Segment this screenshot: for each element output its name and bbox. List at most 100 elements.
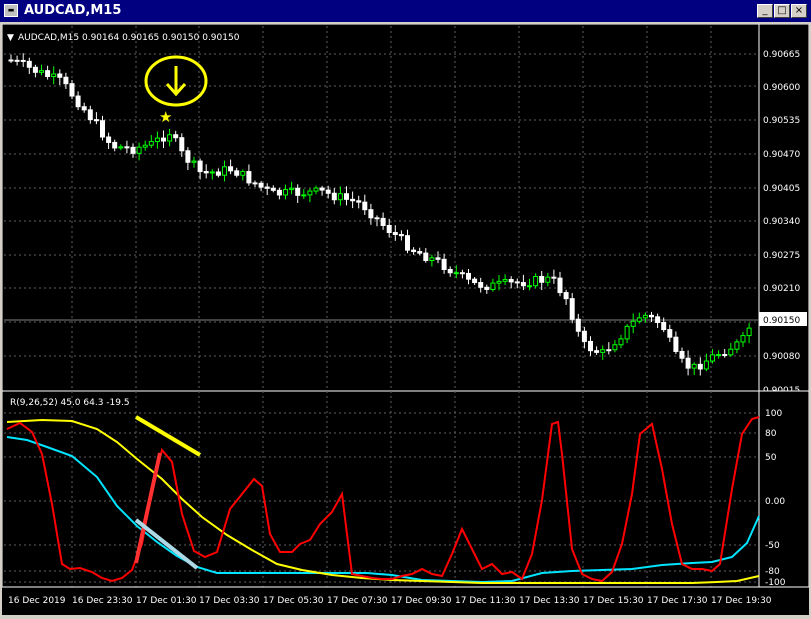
price-label: 0.90665	[763, 50, 800, 60]
minimize-button[interactable]: _	[757, 4, 773, 18]
candle-body	[496, 280, 502, 284]
candle-body	[20, 59, 26, 62]
time-label: 17 Dec 07:30	[327, 596, 388, 606]
candle-body	[307, 190, 313, 196]
candle-body	[264, 186, 270, 189]
time-label: 17 Dec 11:30	[455, 596, 516, 606]
star-icon: ★	[159, 108, 172, 126]
candle-body	[734, 341, 740, 350]
candle-body	[252, 182, 258, 185]
candle-body	[118, 146, 124, 149]
window-title: AUDCAD,M15	[24, 3, 122, 18]
price-label: 0.90080	[763, 352, 800, 362]
candle-body	[362, 201, 368, 211]
candle-body	[283, 189, 288, 196]
candle-body	[606, 349, 612, 352]
candle-body	[295, 187, 301, 196]
candle-body	[380, 217, 386, 226]
candle-body	[75, 95, 81, 108]
candle-body	[374, 217, 380, 220]
time-label: 17 Dec 19:30	[711, 596, 772, 606]
candle-body	[563, 292, 569, 300]
candle-body	[411, 249, 417, 253]
level-label: -80	[765, 567, 780, 577]
candle-body	[594, 350, 600, 353]
candle-body	[331, 192, 337, 201]
price-label: 0.90470	[763, 150, 800, 160]
candle-body	[612, 344, 618, 351]
candle-body	[405, 235, 410, 251]
candle-body	[722, 354, 728, 357]
close-button[interactable]: ×	[791, 4, 807, 18]
candle-body	[527, 285, 532, 288]
chart-window-icon: ▬	[4, 4, 18, 17]
time-label: 17 Dec 01:30	[136, 596, 197, 606]
candle-body	[484, 286, 490, 290]
time-label: 16 Dec 23:30	[72, 596, 133, 606]
indicator-pane[interactable]: R(9,26,52) 45.0 64.3 -19.5 100 80 50 0.0…	[1, 390, 810, 588]
candle-body	[716, 354, 722, 357]
title-bar[interactable]: ▬ AUDCAD,M15 _ □ ×	[0, 0, 811, 22]
candle-body	[215, 171, 221, 176]
candle-body	[161, 137, 166, 142]
minimize-icon: _	[762, 5, 768, 16]
candle-body	[240, 171, 246, 176]
candle-body	[557, 277, 563, 294]
candle-body	[691, 363, 697, 369]
candle-body	[154, 137, 160, 143]
candle-body	[685, 357, 691, 369]
candle-body	[313, 187, 319, 192]
candle-body	[703, 360, 709, 370]
level-label: -50	[765, 541, 780, 551]
candle-body	[459, 272, 465, 275]
candle-body	[51, 73, 57, 78]
candle-body	[69, 83, 75, 97]
candle-body	[575, 318, 581, 332]
candle-body	[533, 276, 539, 287]
candle-body	[398, 234, 404, 237]
candle-body	[569, 298, 575, 320]
candle-body	[301, 194, 307, 197]
candle-body	[624, 325, 630, 340]
level-label: 80	[765, 429, 777, 439]
candle-body	[502, 279, 508, 282]
candle-body	[508, 279, 514, 283]
candle-body	[350, 198, 356, 202]
candle-body	[8, 59, 14, 62]
candle-body	[600, 349, 606, 353]
candle-body	[106, 136, 112, 143]
price-pane[interactable]: ▼ AUDCAD,M15 0.90164 0.90165 0.90150 0.9…	[1, 23, 810, 396]
candle-body	[429, 257, 435, 261]
candle-body	[136, 146, 142, 154]
candle-body	[581, 330, 587, 342]
candle-body	[466, 272, 471, 280]
candle-body	[319, 187, 325, 191]
candle-body	[710, 354, 715, 362]
candle-body	[45, 70, 51, 78]
maximize-button[interactable]: □	[774, 4, 790, 18]
candle-body	[472, 278, 478, 284]
chart-header: AUDCAD,M15 0.90164 0.90165 0.90150 0.901…	[18, 33, 240, 43]
candle-body	[228, 166, 234, 172]
candle-body	[661, 321, 667, 331]
candle-body	[539, 276, 545, 283]
candle-body	[435, 257, 441, 260]
candle-body	[417, 251, 423, 254]
candle-body	[356, 200, 362, 203]
indicator-header: R(9,26,52) 45.0 64.3 -19.5	[10, 398, 130, 408]
candle-body	[197, 160, 203, 173]
price-label: 0.90405	[763, 184, 800, 194]
candle-body	[545, 276, 551, 283]
candle-body	[337, 193, 343, 201]
candle-body	[203, 171, 209, 174]
candle-body	[222, 166, 227, 176]
candle-body	[14, 59, 20, 62]
candle-body	[520, 282, 526, 287]
candle-body	[39, 70, 44, 73]
candle-body	[697, 363, 703, 370]
candle-body	[679, 350, 685, 359]
chart-area[interactable]: ▼ AUDCAD,M15 0.90164 0.90165 0.90150 0.9…	[1, 23, 810, 615]
current-price-label: 0.90150	[763, 316, 800, 326]
candle-body	[185, 150, 191, 163]
candle-body	[673, 336, 679, 352]
